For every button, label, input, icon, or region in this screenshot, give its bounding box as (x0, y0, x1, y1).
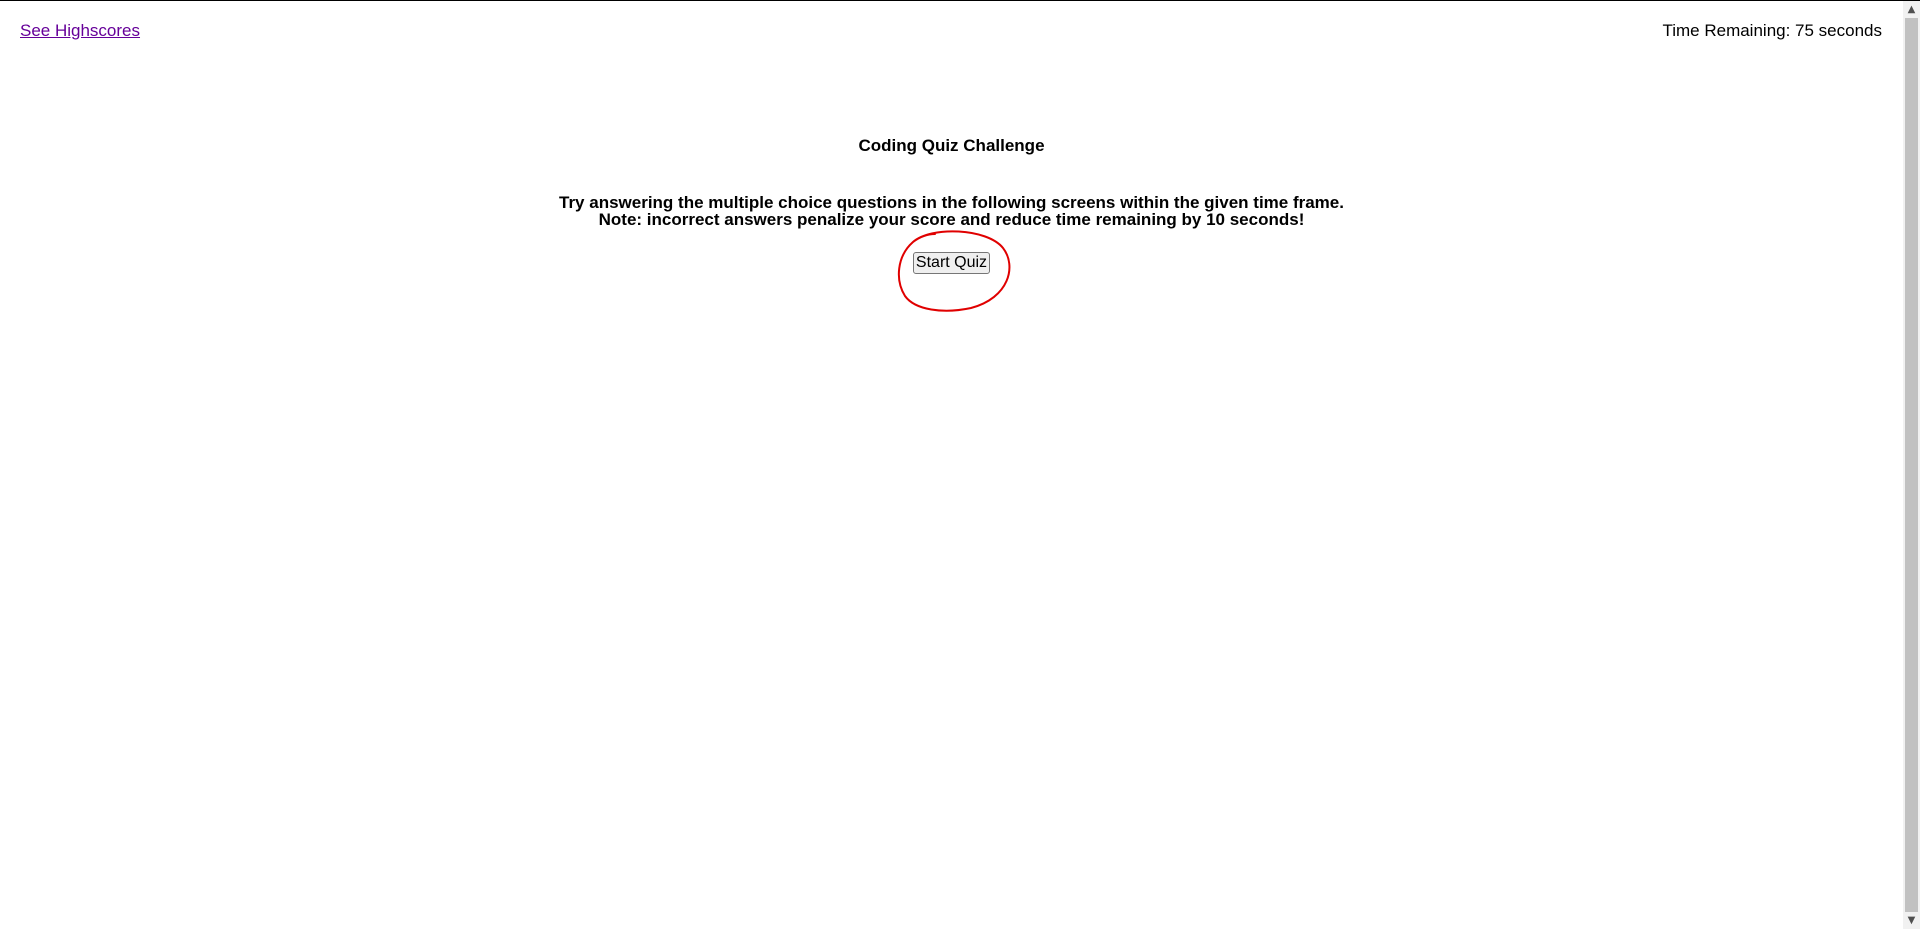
page-title: Coding Quiz Challenge (858, 136, 1045, 155)
see-highscores-link[interactable]: See Highscores (20, 21, 140, 41)
page-viewport: See Highscores Time Remaining: 75 second… (0, 1, 1903, 929)
scrollbar-thumb[interactable] (1905, 18, 1918, 912)
quiz-intro: Coding Quiz Challenge Try answering the … (0, 136, 1903, 312)
start-quiz-button[interactable]: Start Quiz (912, 252, 991, 274)
start-quiz-wrapper: Start Quiz (897, 230, 1011, 312)
instructions-line-1: Try answering the multiple choice questi… (559, 193, 1344, 212)
chevron-down-icon[interactable]: ▼ (1903, 912, 1920, 929)
instructions-line-2: Note: incorrect answers penalize your sc… (598, 210, 1305, 229)
browser-window: See Highscores Time Remaining: 75 second… (0, 0, 1920, 929)
time-remaining-display: Time Remaining: 75 seconds (1662, 21, 1882, 40)
chevron-up-icon[interactable]: ▲ (1903, 1, 1920, 18)
vertical-scrollbar[interactable]: ▲ ▼ (1903, 1, 1920, 929)
